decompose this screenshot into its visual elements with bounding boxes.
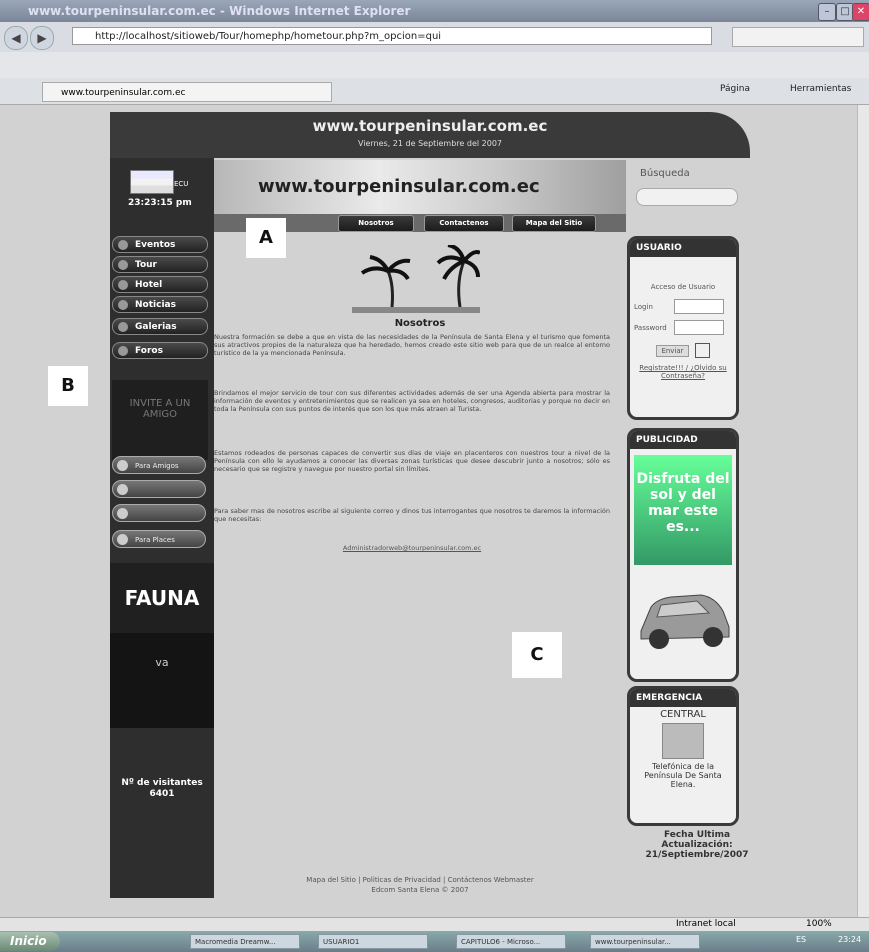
fauna-banner[interactable]: FAUNA	[110, 563, 214, 633]
ad-text[interactable]: Disfruta del sol y del mar este es...	[634, 455, 732, 565]
menu-noticias[interactable]: Noticias	[112, 296, 208, 313]
taskbar-clock: 23:24	[838, 935, 862, 944]
ad-panel-title: PUBLICIDAD	[630, 431, 736, 449]
flag-icon	[130, 170, 174, 194]
paragraph-1: Nuestra formación se debe a que en vista…	[214, 333, 610, 357]
callout-a: A	[246, 218, 286, 258]
vertical-scrollbar[interactable]	[857, 105, 869, 917]
pill-2[interactable]	[112, 480, 206, 498]
update-date: 21/Septiembre/2007	[645, 850, 749, 860]
last-update: Fecha Ultima Actualización: 21/Septiembr…	[627, 830, 767, 860]
banner-date: Viernes, 21 de Septiembre del 2007	[357, 139, 503, 148]
zoom-level[interactable]: 100%	[806, 919, 832, 929]
pill-4[interactable]: Para Places	[112, 530, 206, 548]
browser-search-input[interactable]	[732, 27, 864, 47]
password-input[interactable]	[674, 320, 724, 335]
update-label: Fecha Ultima Actualización:	[661, 830, 733, 850]
invite-friend-box[interactable]: INVITE A UN AMIGO	[112, 380, 208, 460]
emergency-central: CENTRAL	[660, 709, 706, 720]
window-title: www.tourpeninsular.com.ec - Windows Inte…	[28, 4, 411, 18]
menu-foros[interactable]: Foros	[112, 342, 208, 359]
flag-label: ECU	[174, 180, 189, 188]
browser-tab[interactable]: www.tourpeninsular.com.ec	[42, 82, 332, 102]
status-zone: Intranet local	[676, 919, 736, 929]
pill-3[interactable]	[112, 504, 206, 522]
menu-hotel[interactable]: Hotel	[112, 276, 208, 293]
nosotros-title: Nosotros	[394, 318, 446, 329]
user-panel-title: USUARIO	[630, 239, 736, 257]
visitor-counter: Nº de visitantes 6401	[110, 778, 214, 800]
ad-panel: PUBLICIDAD Disfruta del sol y del mar es…	[627, 428, 739, 682]
login-label: Login	[634, 302, 653, 311]
user-panel: USUARIO Acceso de Usuario Login Password…	[627, 236, 739, 420]
banner-title: www.tourpeninsular.com.ec	[312, 117, 548, 135]
task-usuario[interactable]: USUARIO1	[318, 934, 428, 949]
send-button[interactable]: Enviar	[656, 344, 689, 357]
page-menu[interactable]: Página	[720, 84, 750, 94]
search-label: Búsqueda	[640, 168, 690, 179]
nav-contactenos[interactable]: Contactenos	[424, 215, 504, 232]
callout-c: C	[512, 632, 562, 678]
phone-icon	[662, 723, 704, 759]
va-box: va	[110, 633, 214, 728]
forward-icon[interactable]: ▶	[30, 26, 54, 50]
tools-menu[interactable]: Herramientas	[790, 84, 851, 94]
user-access-label: Acceso de Usuario	[650, 283, 716, 291]
taskbar	[0, 931, 869, 952]
paragraph-4: Para saber mas de nosotros escribe al si…	[214, 507, 610, 523]
pill-1[interactable]: Para Amigos	[112, 456, 206, 474]
callout-b: B	[48, 366, 88, 406]
password-label: Password	[634, 323, 667, 332]
task-dreamweaver[interactable]: Macromedia Dreamw...	[190, 934, 300, 949]
emergency-panel: EMERGENCIA CENTRAL Telefónica de la Pení…	[627, 686, 739, 826]
captcha-icon	[694, 343, 710, 358]
language-indicator[interactable]: ES	[796, 935, 806, 944]
car-image[interactable]	[631, 571, 735, 661]
menu-galerias[interactable]: Galerias	[112, 318, 208, 335]
minimize-button[interactable]: –	[818, 3, 836, 21]
back-icon[interactable]: ◀	[4, 26, 28, 50]
header-title: www.tourpeninsular.com.ec	[258, 176, 540, 197]
palm-trees-image	[352, 245, 480, 313]
paragraph-2: Brindamos el mejor servicio de tour con …	[214, 389, 610, 413]
visitors-label: Nº de visitantes	[121, 778, 203, 788]
status-bar: Intranet local 100%	[0, 917, 869, 932]
paragraph-3: Estamos rodeados de personas capaces de …	[214, 449, 610, 473]
links-bar	[0, 52, 869, 78]
clock: 23:23:15 pm	[128, 198, 192, 208]
nav-mapa-sitio[interactable]: Mapa del Sitio	[512, 215, 596, 232]
site-search-input[interactable]	[636, 188, 738, 206]
site-banner: www.tourpeninsular.com.ec Viernes, 21 de…	[110, 112, 750, 158]
menu-eventos[interactable]: Eventos	[112, 236, 208, 253]
visitors-count: 6401	[149, 789, 175, 799]
emergency-panel-title: EMERGENCIA	[630, 689, 736, 707]
footer-links[interactable]: Mapa del Sitio | Politicas de Privacidad…	[214, 876, 626, 884]
register-link[interactable]: Registrate!!!	[639, 364, 683, 372]
task-capitulo[interactable]: CAPITULO6 - Microso...	[456, 934, 566, 949]
footer-copyright: Edcom Santa Elena © 2007	[371, 886, 469, 894]
nav-nosotros[interactable]: Nosotros	[338, 215, 414, 232]
start-button[interactable]: Inicio	[0, 932, 60, 951]
emergency-text: Telefónica de la Península De Santa Elen…	[644, 762, 722, 789]
task-browser[interactable]: www.tourpeninsular...	[590, 934, 700, 949]
login-input[interactable]	[674, 299, 724, 314]
close-button[interactable]: ✕	[852, 3, 869, 21]
menu-tour[interactable]: Tour	[112, 256, 208, 273]
window-titlebar: www.tourpeninsular.com.ec - Windows Inte…	[0, 0, 869, 22]
address-bar[interactable]: http://localhost/sitioweb/Tour/homephp/h…	[72, 27, 712, 45]
contact-email-link[interactable]: Administradorweb@tourpeninsular.com.ec	[214, 544, 610, 552]
